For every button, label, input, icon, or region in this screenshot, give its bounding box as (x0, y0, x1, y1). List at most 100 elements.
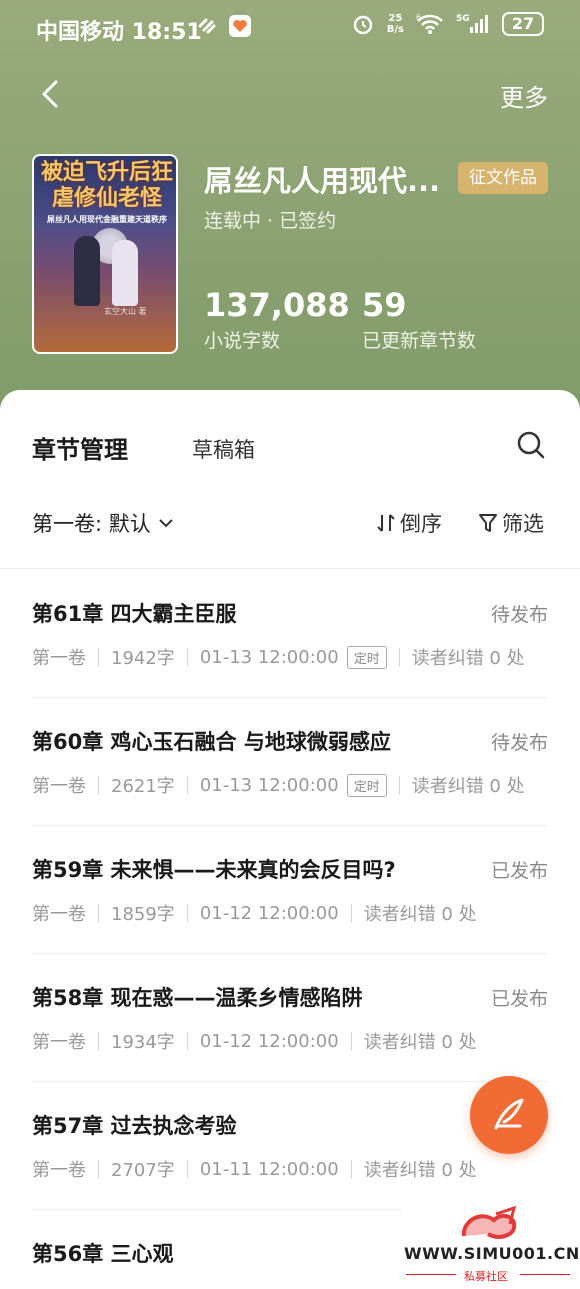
contest-tag: 征文作品 (458, 162, 548, 194)
chapter-title: 第61章 四大霸主臣服 (32, 602, 237, 626)
meta-separator (350, 904, 352, 922)
chapter-time: 01-12 12:00:00 (199, 902, 339, 924)
write-chapter-button[interactable] (470, 1076, 548, 1154)
chapter-time: 01-13 12:00:00 (199, 646, 339, 668)
timed-badge: 定时 (346, 645, 387, 669)
chapter-count-value: 59 (362, 286, 407, 324)
meta-separator (98, 776, 99, 794)
meta-separator (98, 648, 99, 666)
word-count-value: 137,088 (204, 286, 350, 324)
chapter-time: 01-11 12:00:00 (199, 1158, 339, 1180)
word-count-stat: 137,088 小说字数 (204, 286, 350, 353)
chapter-time: 01-12 12:00:00 (199, 1030, 339, 1052)
watermark-label: 私募社区 (464, 1270, 508, 1283)
watermark-site: WWW.SIMU001.CN (404, 1244, 580, 1263)
svg-text:5G: 5G (456, 14, 470, 24)
search-icon[interactable] (516, 430, 546, 460)
notification-icons (196, 14, 252, 38)
chapter-status: 待发布 (490, 732, 548, 754)
timed-badge: 定时 (346, 773, 387, 797)
chapter-meta: 第一卷 1934字 01-12 12:00:00 读者纠错 0 处 (32, 1028, 477, 1054)
meta-separator (98, 904, 99, 922)
chapter-volume: 第一卷 (32, 776, 86, 797)
chapter-errata: 读者纠错 0 处 (411, 776, 525, 797)
alarm-icon (353, 15, 373, 35)
chapter-words: 1934字 (111, 1032, 175, 1053)
book-cover[interactable]: 被迫飞升后狂虐修仙老怪 屌丝凡人用现代金融重建天道秩序 玄空大山 著 (32, 154, 178, 354)
nav-bar: 更多 (0, 70, 580, 118)
meta-separator (98, 1032, 99, 1050)
chapter-status: 已发布 (490, 988, 548, 1010)
tab-chapter-management[interactable]: 章节管理 (32, 430, 128, 465)
more-button[interactable]: 更多 (500, 78, 548, 113)
word-count-label: 小说字数 (204, 330, 281, 352)
chapter-item[interactable]: 第59章 未来惧——未来真的会反目吗? 已发布 第一卷 1859字 01-12 … (32, 826, 548, 954)
chapter-title: 第59章 未来惧——未来真的会反目吗? (32, 858, 396, 882)
chapter-errata: 读者纠错 0 处 (363, 904, 477, 925)
chapter-meta: 第一卷 2707字 01-11 12:00:00 读者纠错 0 处 (32, 1156, 477, 1182)
net-speed: 25 B/s (386, 13, 404, 35)
signal-icon: 5G (456, 14, 488, 33)
meta-separator (186, 776, 188, 794)
meta-separator (186, 1032, 188, 1050)
meta-separator (398, 776, 400, 794)
sort-button[interactable]: 倒序 (376, 508, 442, 538)
chapter-item[interactable]: 第61章 四大霸主臣服 待发布 第一卷 1942字 01-13 12:00:00… (32, 570, 548, 698)
watermark: WWW.SIMU001.CN 私募社区 (402, 1206, 580, 1286)
chapter-words: 1942字 (111, 648, 175, 669)
tab-drafts[interactable]: 草稿箱 (192, 434, 255, 464)
cover-figure-female (112, 240, 138, 306)
chapter-words: 2621字 (111, 776, 175, 797)
filter-icon (479, 514, 497, 532)
chapter-title: 第60章 鸡心玉石融合 与地球微弱感应 (32, 730, 391, 754)
chapter-status: 已发布 (490, 860, 548, 882)
chapter-words: 2707字 (111, 1160, 175, 1181)
svg-text:6: 6 (416, 13, 421, 22)
chapter-meta: 第一卷 2621字 01-13 12:00:00 定时 读者纠错 0 处 (32, 772, 525, 798)
cover-title: 被迫飞升后狂虐修仙老怪 (40, 160, 173, 211)
meta-separator (350, 1032, 352, 1050)
chapter-item[interactable]: 第58章 现在惑——温柔乡情感陷阱 已发布 第一卷 1934字 01-12 12… (32, 954, 548, 1082)
watermark-logo-icon (461, 1206, 517, 1239)
status-bar: 中国移动 18:51 25 B/s 6 5G 27 (0, 0, 580, 56)
chapter-volume: 第一卷 (32, 648, 86, 669)
chapter-errata: 读者纠错 0 处 (363, 1032, 477, 1053)
chapter-status: 待发布 (490, 604, 548, 626)
chapter-volume: 第一卷 (32, 1032, 86, 1053)
sort-label: 倒序 (400, 512, 442, 536)
meta-separator (186, 648, 188, 666)
heart-app-icon (229, 15, 251, 37)
chapter-meta: 第一卷 1859字 01-12 12:00:00 读者纠错 0 处 (32, 900, 477, 926)
divider (0, 568, 580, 569)
watermark-line (406, 1274, 456, 1275)
chapter-words: 1859字 (111, 904, 175, 925)
cover-figure-male (74, 236, 100, 306)
book-status: 连载中 · 已签约 (204, 210, 337, 232)
filter-button[interactable]: 筛选 (478, 508, 544, 538)
chapter-meta: 第一卷 1942字 01-13 12:00:00 定时 读者纠错 0 处 (32, 644, 525, 670)
carrier-time: 中国移动 18:51 (36, 20, 202, 45)
chapter-title: 第58章 现在惑——温柔乡情感陷阱 (32, 986, 363, 1010)
sort-icon (377, 514, 395, 532)
cover-subtitle: 屌丝凡人用现代金融重建天道秩序 (47, 215, 167, 224)
chapter-item[interactable]: 第60章 鸡心玉石融合 与地球微弱感应 待发布 第一卷 2621字 01-13 … (32, 698, 548, 826)
back-arrow-icon[interactable] (36, 76, 66, 112)
chapter-volume: 第一卷 (32, 904, 86, 925)
chapter-title: 第56章 三心观 (32, 1242, 174, 1266)
quill-icon (494, 1098, 524, 1130)
meta-separator (186, 1160, 188, 1178)
chapter-errata: 读者纠错 0 处 (363, 1160, 477, 1181)
battery-indicator: 27 (502, 12, 544, 36)
filter-label: 筛选 (502, 512, 544, 536)
wifi-icon: 6 (416, 13, 443, 34)
system-icons: 25 B/s 6 5G 27 (351, 12, 544, 36)
meta-separator (98, 1160, 99, 1178)
chapter-title: 第57章 过去执念考验 (32, 1114, 237, 1138)
meta-separator (398, 648, 400, 666)
watermark-line (520, 1274, 570, 1275)
link-icon (198, 18, 216, 34)
chevron-down-icon (159, 519, 173, 528)
cover-author: 玄空大山 著 (104, 307, 147, 316)
volume-selector[interactable]: 第一卷: 默认 (32, 508, 175, 538)
chapter-sheet: 章节管理 草稿箱 第一卷: 默认 倒序 筛选 第61章 四大霸主臣服 待发布 第… (0, 390, 580, 1289)
